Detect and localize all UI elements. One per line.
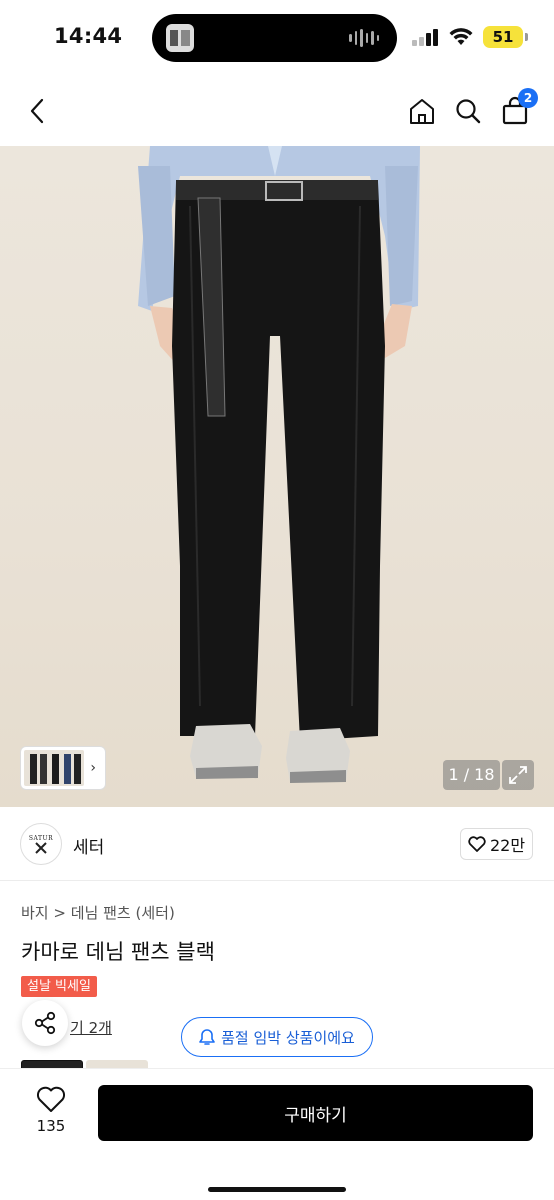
search-button[interactable] (451, 94, 485, 128)
product-title: 카마로 데님 팬츠 블랙 (21, 940, 215, 964)
home-icon (410, 99, 434, 124)
breadcrumb-separator: > (53, 904, 66, 922)
bell-icon (199, 1029, 215, 1045)
home-button[interactable] (405, 94, 439, 128)
review-link[interactable]: 기 2개 (70, 1017, 112, 1038)
audio-wave-icon (349, 29, 379, 47)
wishlist-button[interactable]: 135 (22, 1085, 80, 1145)
back-button[interactable] (22, 94, 52, 128)
heart-icon (36, 1086, 66, 1112)
soldout-notice[interactable]: 품절 임박 상품이에요 (181, 1017, 373, 1057)
share-button[interactable] (22, 1000, 68, 1046)
dynamic-island[interactable] (152, 14, 397, 62)
product-image-gallery[interactable]: › 1 / 18 (0, 146, 554, 807)
search-icon (456, 99, 481, 124)
heart-icon (468, 836, 486, 852)
store-like-button[interactable]: 22만 (460, 828, 533, 860)
breadcrumb: 바지 > 데님 팬츠 (세터) (21, 902, 175, 923)
buy-button[interactable]: 구매하기 (98, 1085, 533, 1141)
store-name[interactable]: 세터 (73, 833, 104, 858)
top-nav-bar: 2 (0, 76, 554, 146)
product-photo (138, 146, 420, 783)
crossed-swords-icon (35, 841, 47, 854)
thumbnail-strip[interactable]: › (20, 746, 106, 790)
wishlist-count: 135 (36, 1117, 66, 1135)
home-indicator[interactable] (208, 1187, 346, 1192)
chevron-left-icon (30, 98, 44, 124)
sale-badge: 설날 빅세일 (21, 976, 97, 997)
cellular-signal-icon (412, 28, 440, 46)
store-logo[interactable]: SATUR (20, 823, 62, 865)
clock: 14:44 (54, 24, 123, 48)
bottom-action-bar: 135 구매하기 (0, 1068, 554, 1200)
chevron-right-icon: › (90, 760, 97, 776)
battery-indicator: 51 (483, 26, 523, 48)
cart-count-badge: 2 (518, 88, 538, 108)
breadcrumb-subcategory[interactable]: 데님 팬츠 (세터) (71, 904, 175, 922)
soldout-notice-text: 품절 임박 상품이에요 (221, 1028, 355, 1047)
image-counter: 1 / 18 (443, 760, 500, 790)
store-logo-text: SATUR (28, 834, 54, 842)
now-playing-thumbnail (166, 24, 194, 52)
breadcrumb-category[interactable]: 바지 (21, 904, 49, 922)
expand-icon (509, 766, 527, 784)
expand-button[interactable] (502, 760, 534, 790)
store-row[interactable]: SATUR 세터 22만 (0, 807, 554, 881)
store-like-count: 22만 (489, 836, 526, 855)
battery-tip (525, 33, 528, 41)
wifi-icon (448, 25, 474, 51)
share-icon (34, 1011, 56, 1035)
status-bar: 14:44 51 (0, 0, 554, 76)
thumbnail-image (24, 750, 85, 786)
cart-button[interactable]: 2 (498, 88, 538, 128)
